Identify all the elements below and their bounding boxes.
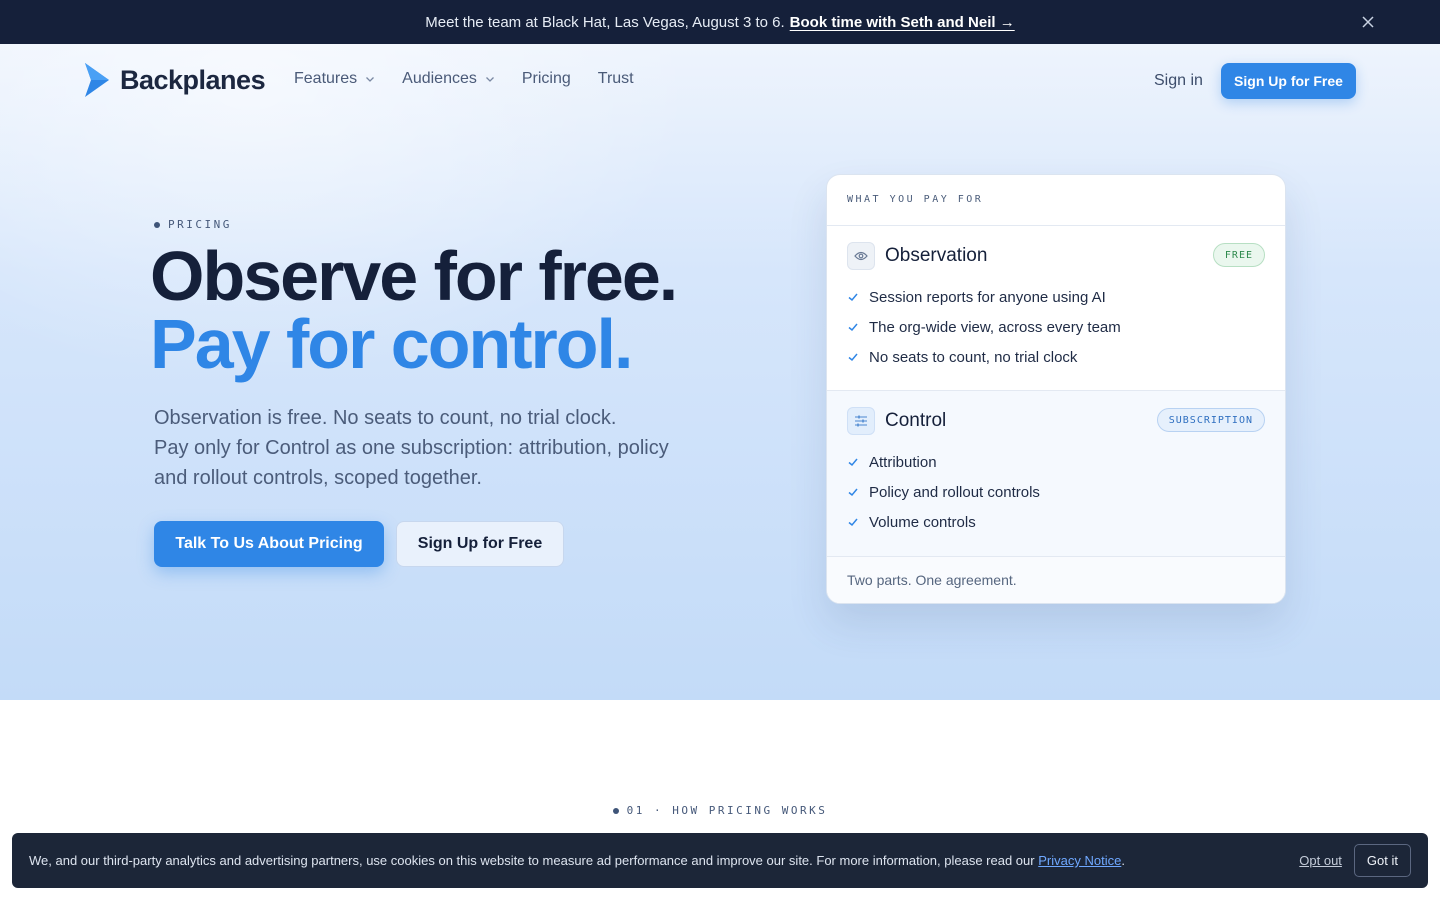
list-item-text: Attribution [869,453,937,471]
check-icon [848,488,858,497]
control-list: Attribution Policy and rollout controls … [847,447,1265,537]
nav-item-audiences[interactable]: Audiences [402,70,495,88]
page-title: Observe for free. Pay for control. [150,241,678,383]
list-item-text: Session reports for anyone using AI [869,288,1106,306]
sign-in-link[interactable]: Sign in [1154,72,1203,90]
bullet-dot-icon [154,221,160,228]
sign-up-button[interactable]: Sign Up for Free [1221,63,1356,99]
eyebrow: PRICING [154,218,232,231]
top-nav: Backplanes Features Audiences Pricing Tr… [0,44,1440,116]
announcement-link[interactable]: Book time with Seth and Neil → [790,14,1015,31]
nav-item-pricing[interactable]: Pricing [522,70,571,88]
list-item: The org-wide view, across every team [847,312,1265,342]
sign-up-free-button[interactable]: Sign Up for Free [396,521,564,567]
list-item: No seats to count, no trial clock [847,342,1265,372]
close-icon[interactable] [1358,12,1378,32]
list-item: Attribution [847,447,1265,477]
section-label: 01 · HOW PRICING WORKS [0,804,1440,817]
lead-paragraph: Observation is free. No seats to count, … [154,403,694,493]
chevron-down-icon [485,77,494,82]
cookie-text-row: We, and our third-party analytics and ad… [29,853,1299,868]
opt-out-link[interactable]: Opt out [1299,853,1342,868]
nav-item-features[interactable]: Features [294,70,375,88]
sliders-icon [847,407,875,435]
lead-line: and rollout controls, scoped together. [154,467,482,489]
nav-item-trust[interactable]: Trust [598,70,634,88]
nav-item-label: Features [294,70,358,87]
nav-links: Features Audiences Pricing Trust [294,70,661,88]
list-item: Volume controls [847,507,1265,537]
list-item-text: The org-wide view, across every team [869,318,1121,336]
control-section: Control SUBSCRIPTION Attribution Policy … [827,391,1285,557]
observation-list: Session reports for anyone using AI The … [847,282,1265,372]
lead-line: Pay only for Control as one subscription… [154,437,669,459]
observation-section: Observation FREE Session reports for any… [827,226,1285,391]
observation-title-row: Observation [847,242,1265,270]
list-item: Session reports for anyone using AI [847,282,1265,312]
headline-line-2: Pay for control. [150,305,633,383]
check-icon [848,518,858,527]
pricing-card: WHAT YOU PAY FOR Observation FREE Sessio… [826,174,1286,604]
list-item-text: Volume controls [869,513,976,531]
eyebrow-label: PRICING [168,218,232,231]
nav-item-label: Trust [597,70,634,87]
list-item: Policy and rollout controls [847,477,1265,507]
got-it-button[interactable]: Got it [1353,844,1411,877]
nav-item-label: Audiences [402,70,477,87]
check-icon [848,323,858,332]
talk-pricing-button[interactable]: Talk To Us About Pricing [154,521,384,567]
privacy-notice-link[interactable]: Privacy Notice [1038,853,1121,868]
headline-line-1: Observe for free. [150,237,678,315]
check-icon [848,458,858,467]
card-footer: Two parts. One agreement. [827,557,1285,603]
list-item-text: No seats to count, no trial clock [869,348,1078,366]
announcement-message: Meet the team at Black Hat, Las Vegas, A… [425,13,785,31]
list-item-text: Policy and rollout controls [869,483,1040,501]
subscription-badge: SUBSCRIPTION [1156,408,1265,432]
control-title: Control [885,410,947,431]
bullet-dot-icon [612,807,619,814]
lead-line: Observation is free. No seats to count, … [154,407,617,429]
logo-mark-icon [85,63,109,97]
cookie-banner: We, and our third-party analytics and ad… [12,833,1428,888]
eye-icon [847,242,875,270]
cookie-period: . [1121,853,1125,868]
check-icon [848,293,858,302]
check-icon [848,353,858,362]
brand-name: Backplanes [120,64,266,95]
card-header: WHAT YOU PAY FOR [827,175,1285,226]
announcement-bar: Meet the team at Black Hat, Las Vegas, A… [0,0,1440,44]
cookie-text: We, and our third-party analytics and ad… [29,853,1035,868]
observation-title: Observation [885,245,988,266]
free-badge: FREE [1212,243,1265,267]
brand-logo[interactable]: Backplanes [84,62,266,98]
section-label-text: 01 · HOW PRICING WORKS [626,804,828,817]
nav-item-label: Pricing [521,70,571,87]
chevron-down-icon [366,77,375,82]
